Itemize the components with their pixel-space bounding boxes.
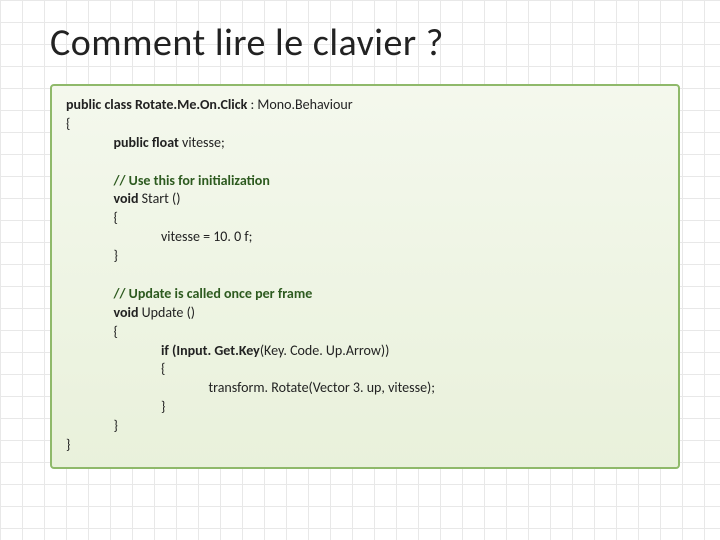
input-getkey: Input. Get.Key <box>176 342 259 359</box>
kw-if: if ( <box>161 342 176 359</box>
inherits: : Mono.Behaviour <box>250 96 352 113</box>
class-name: Rotate.Me.On.Click <box>135 96 251 113</box>
brace-open-start: { <box>113 209 117 226</box>
brace-open-if: { <box>161 360 165 377</box>
page-title: Comment lire le clavier ? <box>50 20 680 66</box>
kw-public-class: public class <box>66 96 135 113</box>
brace-close-update: } <box>113 417 117 434</box>
kw-void-2: void <box>113 304 141 321</box>
transform-rotate: transform. Rotate(Vector 3. up, vitesse)… <box>208 379 435 396</box>
method-update: Update () <box>142 304 195 321</box>
code-block: public class Rotate.Me.On.Click : Mono.B… <box>66 96 664 455</box>
code-panel: public class Rotate.Me.On.Click : Mono.B… <box>50 84 680 469</box>
kw-public-float: public float <box>113 134 182 151</box>
brace-close-if: } <box>161 398 165 415</box>
brace-close-start: } <box>113 247 117 264</box>
method-start: Start () <box>142 190 181 207</box>
slide-content: Comment lire le clavier ? public class R… <box>0 0 720 479</box>
keycode-arg: (Key. Code. Up.Arrow)) <box>260 342 390 359</box>
brace-close-class: } <box>66 436 70 453</box>
brace-open-update: { <box>113 323 117 340</box>
kw-void-1: void <box>113 190 141 207</box>
comment-update: // Update is called once per frame <box>113 285 312 302</box>
brace-open-class: { <box>66 115 70 132</box>
field-vitesse: vitesse; <box>182 134 225 151</box>
assign-vitesse: vitesse = 10. 0 f; <box>161 228 252 245</box>
comment-init: // Use this for initialization <box>113 172 269 189</box>
